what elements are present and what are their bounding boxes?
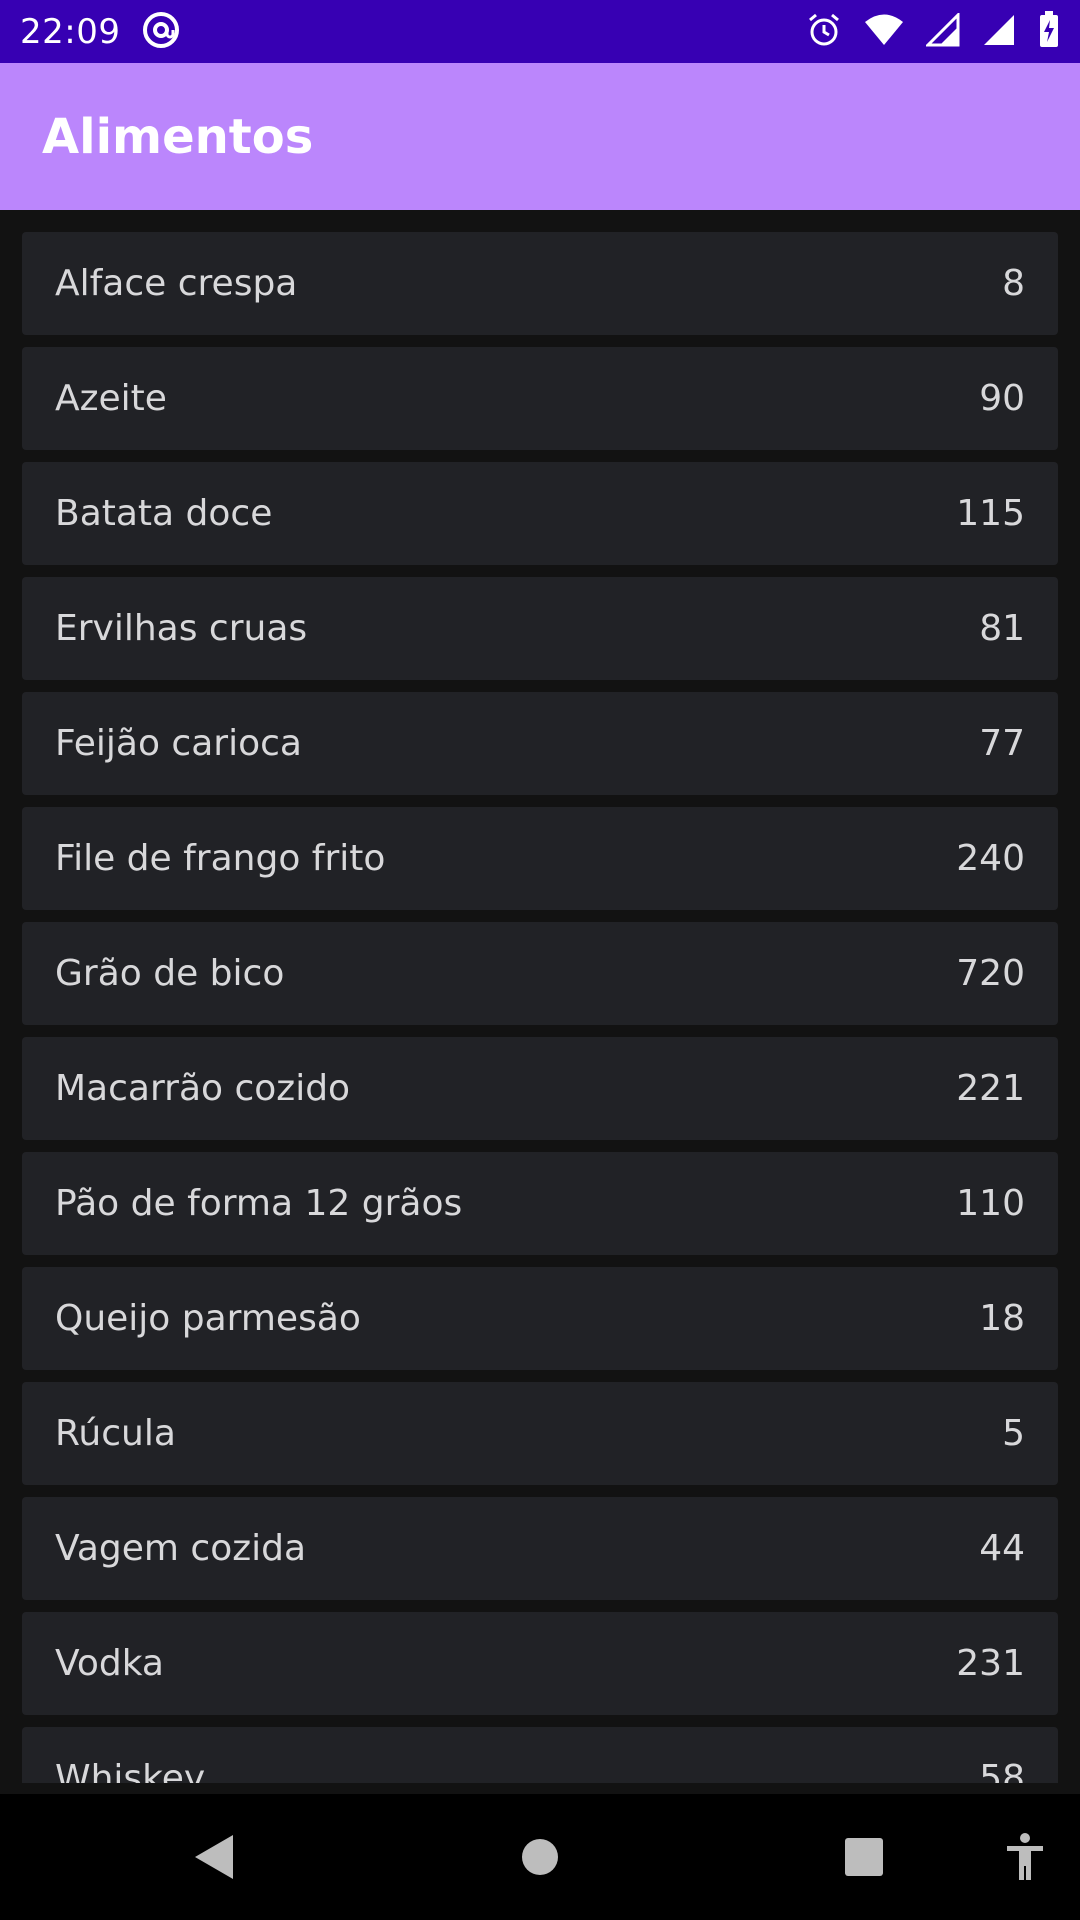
recents-icon[interactable]: [829, 1822, 899, 1892]
list-item[interactable]: Rúcula 5: [22, 1382, 1058, 1485]
food-list: Alface crespa 8 Azeite 90 Batata doce 115 Ervi…: [22, 232, 1058, 1783]
food-name: Macarrão cozido: [55, 1068, 351, 1109]
food-name: Grão de bico: [55, 953, 285, 994]
list-item[interactable]: Alface crespa 8: [22, 232, 1058, 335]
food-name: Ervilhas cruas: [55, 608, 308, 649]
food-list-container[interactable]: Alface crespa 8 Azeite 90 Batata doce 115 Ervi…: [0, 210, 1080, 1783]
list-item[interactable]: Whiskey 58: [22, 1727, 1058, 1783]
food-calories: 110: [956, 1183, 1025, 1224]
food-calories: 8: [1002, 263, 1025, 304]
accessibility-icon[interactable]: [990, 1822, 1060, 1892]
list-item[interactable]: Feijão carioca 77: [22, 692, 1058, 795]
food-calories: 231: [956, 1643, 1025, 1684]
list-item[interactable]: Azeite 90: [22, 347, 1058, 450]
wifi-icon: [864, 13, 904, 51]
food-calories: 81: [979, 608, 1025, 649]
food-calories: 58: [979, 1758, 1025, 1783]
food-name: Vodka: [55, 1643, 164, 1684]
food-calories: 44: [979, 1528, 1025, 1569]
list-item[interactable]: Batata doce 115: [22, 462, 1058, 565]
list-item[interactable]: Macarrão cozido 221: [22, 1037, 1058, 1140]
food-name: Queijo parmesão: [55, 1298, 361, 1339]
food-name: File de frango frito: [55, 838, 386, 879]
food-name: Whiskey: [55, 1758, 206, 1783]
list-item[interactable]: Grão de bico 720: [22, 922, 1058, 1025]
food-name: Rúcula: [55, 1413, 176, 1454]
food-name: Pão de forma 12 grãos: [55, 1183, 463, 1224]
back-icon[interactable]: [178, 1822, 248, 1892]
food-calories: 221: [956, 1068, 1025, 1109]
food-calories: 77: [979, 723, 1025, 764]
list-item[interactable]: Vagem cozida 44: [22, 1497, 1058, 1600]
food-calories: 240: [956, 838, 1025, 879]
battery-charging-icon: [1038, 10, 1060, 53]
signal-icon: [924, 10, 960, 51]
alarm-icon: [806, 12, 842, 52]
food-name: Azeite: [55, 378, 167, 419]
navigation-bar: [0, 1794, 1080, 1920]
food-calories: 90: [979, 378, 1025, 419]
food-calories: 720: [956, 953, 1025, 994]
food-name: Alface crespa: [55, 263, 298, 304]
food-calories: 5: [1002, 1413, 1025, 1454]
food-name: Vagem cozida: [55, 1528, 307, 1569]
food-name: Batata doce: [55, 493, 273, 534]
status-bar: 22:09: [0, 0, 1080, 63]
list-item[interactable]: File de frango frito 240: [22, 807, 1058, 910]
app-bar: Alimentos: [0, 63, 1080, 210]
at-sign-icon: [142, 11, 180, 53]
page-title: Alimentos: [42, 108, 314, 165]
list-item[interactable]: Queijo parmesão 18: [22, 1267, 1058, 1370]
list-item[interactable]: Vodka 231: [22, 1612, 1058, 1715]
food-calories: 18: [979, 1298, 1025, 1339]
clock: 22:09: [20, 11, 121, 52]
food-calories: 115: [956, 493, 1025, 534]
list-item[interactable]: Pão de forma 12 grãos 110: [22, 1152, 1058, 1255]
food-name: Feijão carioca: [55, 723, 302, 764]
list-item[interactable]: Ervilhas cruas 81: [22, 577, 1058, 680]
home-icon[interactable]: [505, 1822, 575, 1892]
signal-icon: [982, 13, 1016, 51]
